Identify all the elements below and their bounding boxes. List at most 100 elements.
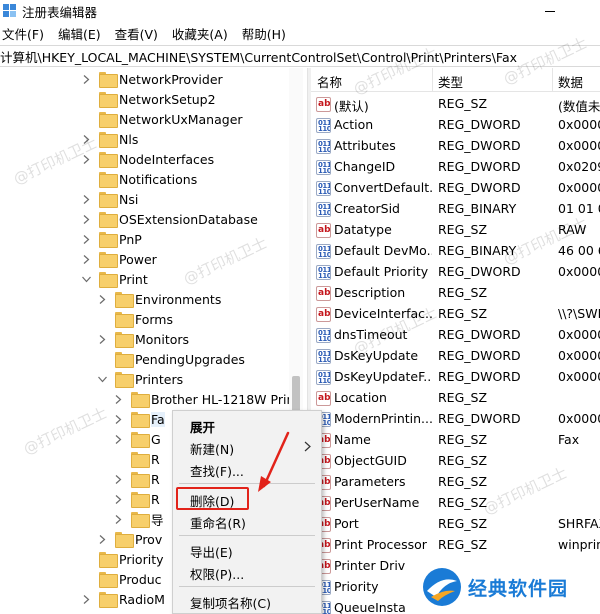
value-row[interactable]: Default DevMo... REG_BINARY 46 00 6 [311,241,600,262]
tree-item[interactable]: NodeInterfaces [82,149,214,169]
chevron-right-icon[interactable] [82,154,91,164]
value-data: 0x0000 [558,264,600,279]
tree-item[interactable]: Nsi [82,189,138,209]
tree-item[interactable]: Fa [114,409,165,429]
column-separator[interactable] [552,68,553,92]
tree-item[interactable]: Print [82,269,148,289]
value-row[interactable]: Action REG_DWORD 0x0000 [311,115,600,136]
value-data: 0x0209 [558,159,600,174]
tree-item[interactable]: Notifications [82,169,197,189]
chevron-right-icon[interactable] [82,194,91,204]
value-row[interactable]: Port REG_SZ SHRFAX [311,514,600,535]
tree-item[interactable]: Produc [82,569,162,589]
chevron-right-icon[interactable] [114,494,123,504]
folder-icon [131,452,150,468]
value-row[interactable]: PerUserName REG_SZ [311,493,600,514]
menu-edit[interactable]: 编辑(E) [56,24,107,43]
menu-item-copy-key-name[interactable]: 复制项名称(C) [173,590,321,612]
column-separator[interactable] [432,68,433,92]
menu-file[interactable]: 文件(F) [0,24,50,43]
minimize-button[interactable] [530,0,570,22]
tree-item[interactable]: Power [82,249,157,269]
tree-item[interactable]: NetworkUxManager [82,109,243,129]
chevron-right-icon[interactable] [114,394,123,404]
value-row[interactable]: CreatorSid REG_BINARY 01 01 0 [311,199,600,220]
tree-item[interactable]: RadioM [82,589,165,609]
column-data[interactable]: 数据 [558,72,583,91]
chevron-right-icon[interactable] [98,294,107,304]
tree-item[interactable]: Monitors [98,329,189,349]
tree-item-label: Prov [135,531,163,547]
folder-icon [99,272,118,288]
column-name[interactable]: 名称 [317,72,342,91]
menu-favorites[interactable]: 收藏夹(A) [170,24,234,43]
tree-item[interactable]: NetworkSetup2 [82,89,216,109]
value-row[interactable]: ObjectGUID REG_SZ [311,451,600,472]
chevron-right-icon[interactable] [114,414,123,424]
chevron-down-icon[interactable] [98,375,107,384]
tree-item[interactable]: Environments [98,289,221,309]
tree-item[interactable]: NetworkProvider [82,69,223,89]
tree-item[interactable]: PendingUpgrades [98,349,245,369]
value-row[interactable]: ChangeID REG_DWORD 0x0209 [311,157,600,178]
tree-item[interactable]: 导 [114,509,164,529]
chevron-right-icon[interactable] [114,474,123,484]
folder-icon [115,372,134,388]
chevron-right-icon[interactable] [98,334,107,344]
value-row[interactable]: Print Processor REG_SZ winprin [311,535,600,556]
chevron-right-icon[interactable] [82,134,91,144]
value-row[interactable]: dnsTimeout REG_DWORD 0x0000 [311,325,600,346]
tree-item[interactable]: R [114,489,160,509]
value-row[interactable]: DsKeyUpdateF... REG_DWORD 0x0000 [311,367,600,388]
value-row[interactable]: DsKeyUpdate REG_DWORD 0x0000 [311,346,600,367]
chevron-right-icon[interactable] [114,434,123,444]
value-row[interactable]: Location REG_SZ [311,388,600,409]
chevron-right-icon[interactable] [82,594,91,604]
menu-item-rename[interactable]: 重命名(R) [173,510,321,532]
chevron-right-icon[interactable] [82,234,91,244]
value-row[interactable]: ConvertDefault... REG_DWORD 0x0000 [311,178,600,199]
tree-item[interactable]: Forms [98,309,173,329]
chevron-right-icon[interactable] [82,74,91,84]
menu-view[interactable]: 查看(V) [113,24,164,43]
menu-item-export[interactable]: 导出(E) [173,539,321,561]
column-type[interactable]: 类型 [438,72,463,91]
chevron-right-icon[interactable] [114,514,123,524]
tree-item[interactable]: Priority [82,549,164,569]
menu-item-expand[interactable]: 展开 [173,414,321,436]
value-row[interactable]: ModernPrintin... REG_DWORD 0x0000 [311,409,600,430]
chevron-right-icon[interactable] [82,254,91,264]
value-row[interactable]: Parameters REG_SZ [311,472,600,493]
tree-item[interactable]: Prov [98,529,162,549]
value-name: PerUserName [334,495,420,510]
value-type: REG_DWORD [438,117,521,132]
tree-item[interactable]: Printers [98,369,183,389]
value-row[interactable]: Attributes REG_DWORD 0x0000 [311,136,600,157]
value-type: REG_BINARY [438,201,517,216]
value-name: Attributes [334,138,396,153]
value-row[interactable]: Description REG_SZ [311,283,600,304]
value-row[interactable]: (默认) REG_SZ (数值未 [311,94,600,115]
tree-item[interactable]: R [114,449,160,469]
binary-value-icon [316,118,331,133]
value-row[interactable]: DeviceInterfac... REG_SZ \\?\SWI [311,304,600,325]
menu-help[interactable]: 帮助(H) [240,24,292,43]
menu-item-find[interactable]: 查找(F)... [173,458,321,480]
tree-item[interactable]: Nls [82,129,138,149]
tree-item[interactable]: PnP [82,229,142,249]
tree-item[interactable]: G [114,429,161,449]
value-name: Port [334,516,359,531]
chevron-right-icon[interactable] [82,214,91,224]
chevron-down-icon[interactable] [82,275,91,284]
tree-item[interactable]: Brother HL-1218W Print [114,389,299,409]
value-row[interactable]: Default Priority REG_DWORD 0x0000 [311,262,600,283]
chevron-right-icon[interactable] [98,534,107,544]
value-row[interactable]: Name REG_SZ Fax [311,430,600,451]
tree-item[interactable]: OSExtensionDatabase [82,209,258,229]
address-bar[interactable]: 计算机\HKEY_LOCAL_MACHINE\SYSTEM\CurrentCon… [0,45,600,67]
value-type: REG_SZ [438,495,488,510]
menu-item-new[interactable]: 新建(N) [173,436,321,458]
value-row[interactable]: Datatype REG_SZ RAW [311,220,600,241]
tree-item[interactable]: R [114,469,160,489]
menu-item-permissions[interactable]: 权限(P)... [173,561,321,583]
